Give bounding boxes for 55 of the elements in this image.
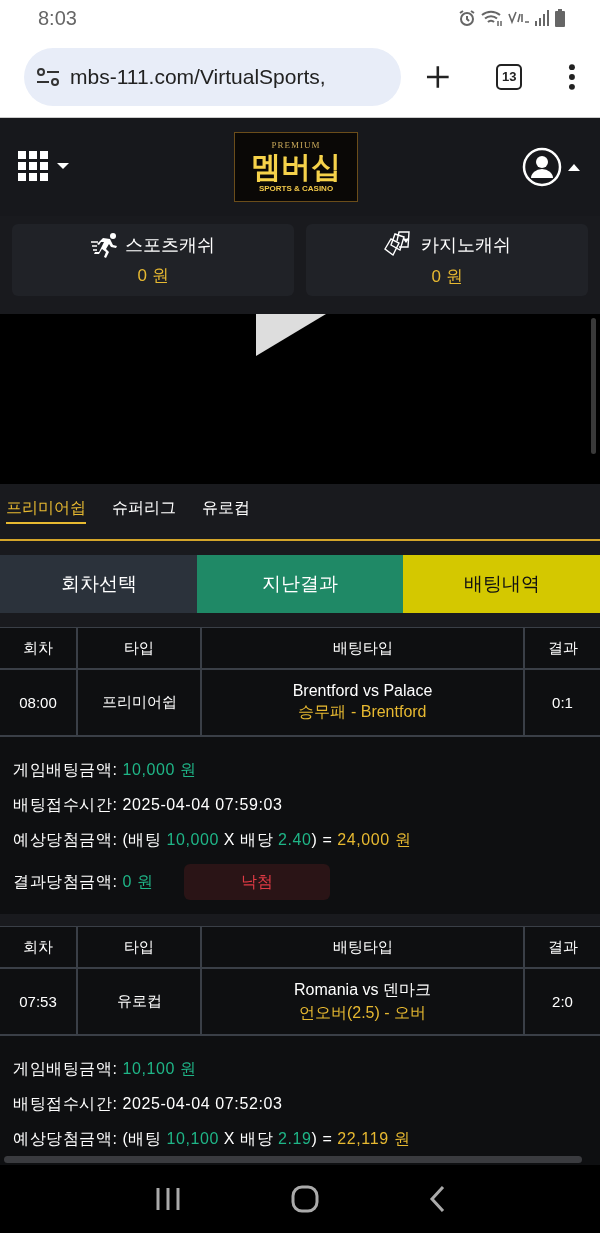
detail-line: 배팅접수시간: 2025-04-04 07:52:03 xyxy=(13,1094,283,1114)
new-tab-icon[interactable] xyxy=(424,63,451,90)
status-time: 8:03 xyxy=(38,6,77,30)
alarm-icon xyxy=(458,9,476,27)
action-button[interactable]: 지난결과 xyxy=(197,555,403,613)
more-menu-icon[interactable] xyxy=(568,63,576,90)
column-header: 타입 xyxy=(78,628,200,668)
league-tab[interactable]: 슈퍼리그 xyxy=(112,498,176,525)
match-name: Romania vs 덴마크 xyxy=(294,979,431,1000)
wallet-amount: 0 원 xyxy=(431,266,463,289)
column-header: 배팅타입 xyxy=(202,927,523,967)
account-icon[interactable] xyxy=(522,146,580,187)
result-status: 낙첨 xyxy=(183,864,330,900)
wallet-label: 카지노캐쉬 xyxy=(421,234,511,258)
address-field[interactable]: mbs-111.com/VirtualSports, xyxy=(24,47,401,106)
detail-line: 예상당첨금액: (배팅 10,100 X 배당 2.19) = 22,119 원 xyxy=(13,1129,411,1149)
recent-apps-icon[interactable] xyxy=(155,1187,181,1211)
table-cell: 0:1 xyxy=(525,670,600,735)
wallet-amount: 0 원 xyxy=(137,265,169,288)
action-button[interactable]: 배팅내역 xyxy=(403,555,600,613)
detail-line: 예상당첨금액: (배팅 10,000 X 배당 2.40) = 24,000 원 xyxy=(13,830,412,850)
home-icon[interactable] xyxy=(291,1185,319,1213)
match-name: Brentford vs Palace xyxy=(292,682,433,700)
league-tab[interactable]: 유로컵 xyxy=(202,498,250,525)
tab-count-button[interactable]: 13 xyxy=(496,63,523,90)
play-icon[interactable] xyxy=(256,313,326,356)
battery-icon xyxy=(554,9,566,27)
column-header: 배팅타입 xyxy=(202,628,523,668)
detail-line: 게임배팅금액: 10,000 원 xyxy=(13,760,197,780)
wifi-icon xyxy=(480,9,504,27)
runner-icon xyxy=(91,232,119,259)
detail-line: 게임배팅금액: 10,100 원 xyxy=(13,1059,197,1079)
bet-pick: 언오버(2.5) - 오버 xyxy=(298,1002,427,1023)
column-header: 회차 xyxy=(0,927,76,967)
table-cell: 08:00 xyxy=(0,670,76,735)
table-cell: 07:53 xyxy=(0,969,76,1034)
action-button[interactable]: 회차선택 xyxy=(0,555,197,613)
column-header: 타입 xyxy=(78,927,200,967)
column-header: 결과 xyxy=(525,927,600,967)
site-logo[interactable]: PREMIUM 멤버십 SPORTS & CASINO xyxy=(234,131,358,202)
wallet-label: 스포츠캐쉬 xyxy=(125,234,215,258)
column-header: 회차 xyxy=(0,628,76,668)
detail-line: 결과당첨금액: 0 원 xyxy=(13,871,154,892)
table-cell: 2:0 xyxy=(525,969,600,1034)
column-header: 결과 xyxy=(525,628,600,668)
detail-line: 배팅접수시간: 2025-04-04 07:59:03 xyxy=(13,795,283,815)
signal-icon xyxy=(534,10,550,26)
grid-menu-icon[interactable] xyxy=(18,150,70,183)
volte-icon xyxy=(508,11,530,25)
table-cell: 유로컵 xyxy=(78,969,200,1034)
bet-pick: 승무패 - Brentford xyxy=(298,702,427,722)
table-cell: 프리미어쉽 xyxy=(78,670,200,735)
site-settings-icon[interactable] xyxy=(36,66,60,87)
back-icon[interactable] xyxy=(429,1186,445,1212)
league-tab[interactable]: 프리미어쉽 xyxy=(6,498,86,525)
